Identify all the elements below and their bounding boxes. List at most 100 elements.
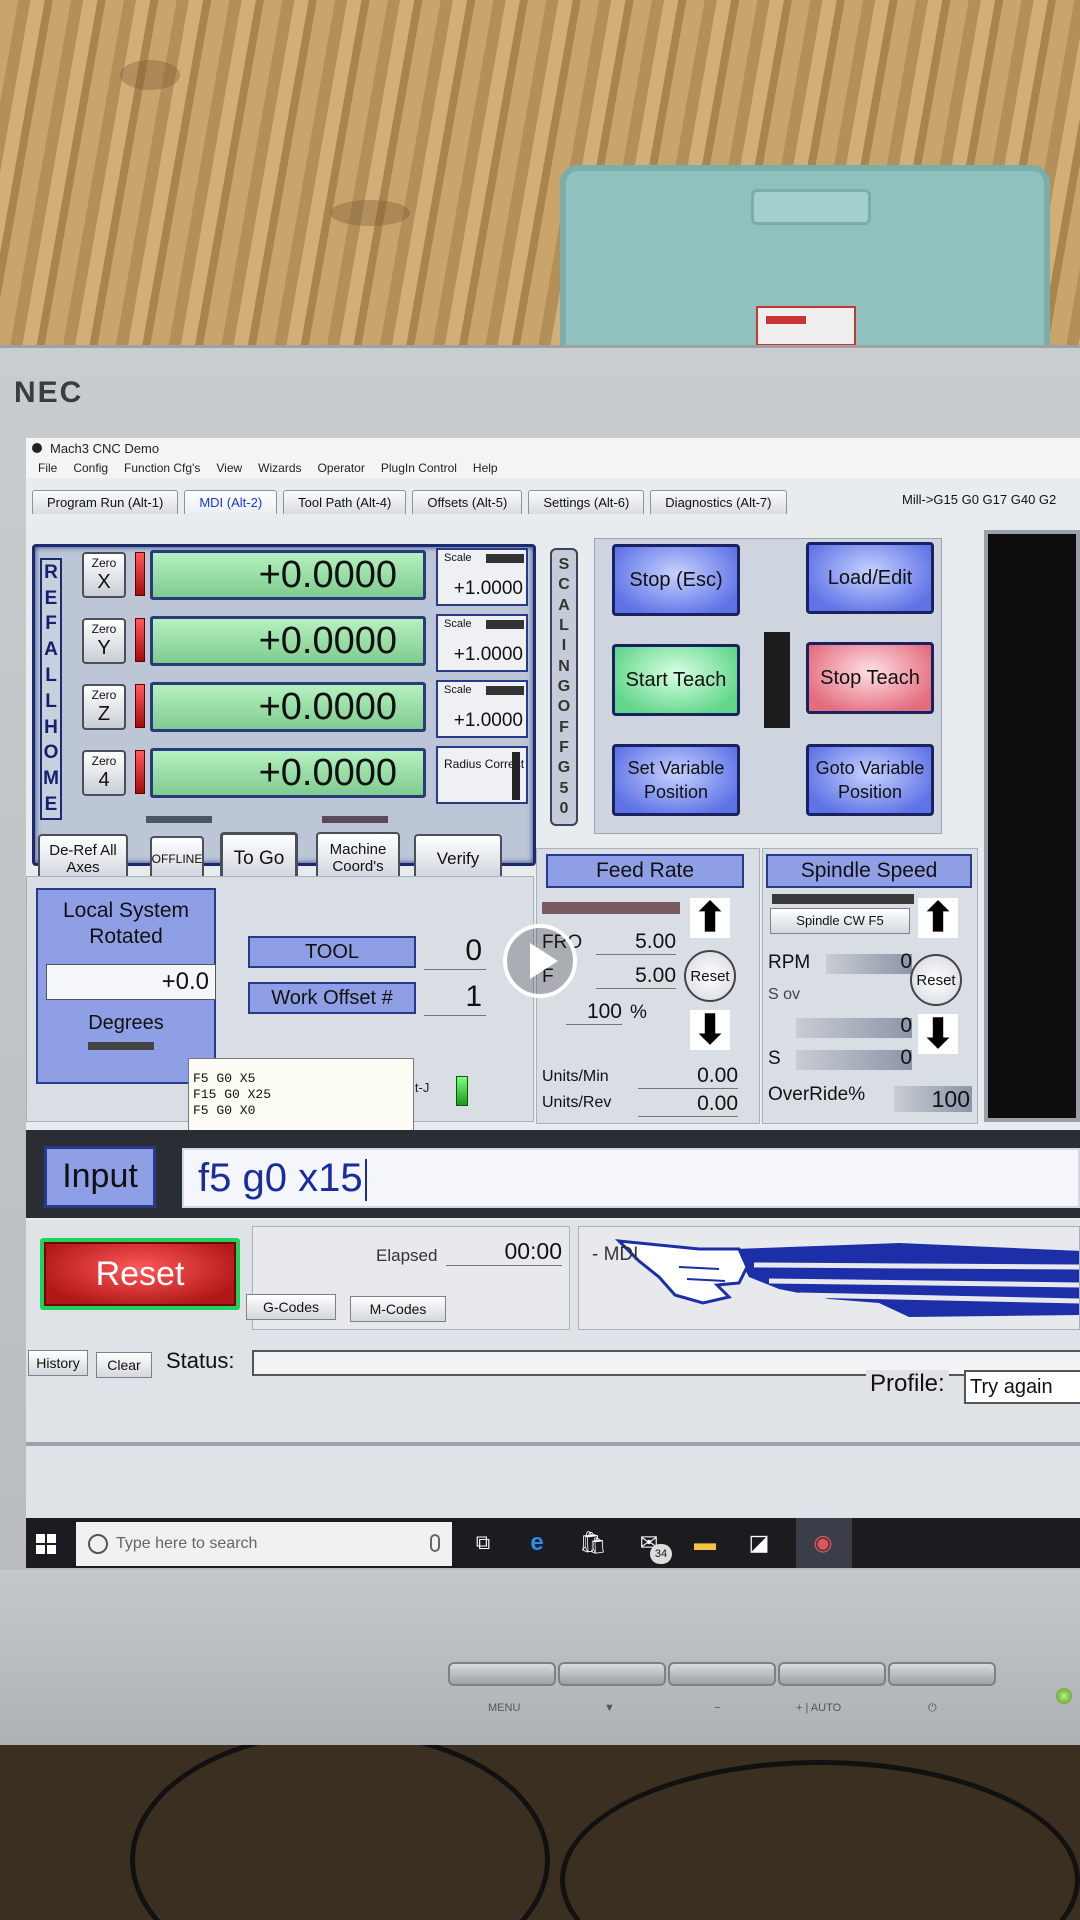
zero-y-button[interactable]: Zero Y bbox=[82, 618, 126, 664]
rpm-label: RPM bbox=[768, 952, 811, 973]
scaling-letter: I bbox=[561, 637, 567, 655]
spindle-cw-button[interactable]: Spindle CW F5 bbox=[770, 908, 910, 934]
menu-function-cfgs[interactable]: Function Cfg's bbox=[124, 461, 200, 475]
set-variable-position-button[interactable]: Set Variable Position bbox=[612, 744, 740, 816]
dro-y[interactable]: +0.0000 bbox=[150, 616, 426, 666]
history-item[interactable]: F5 G0 X0 bbox=[193, 1103, 413, 1119]
gcodes-button[interactable]: G-Codes bbox=[246, 1294, 336, 1320]
tool-value[interactable]: 0 bbox=[424, 932, 486, 970]
monitor-minus-button[interactable] bbox=[668, 1662, 776, 1686]
menu-help[interactable]: Help bbox=[473, 461, 498, 475]
s-value[interactable]: 0 bbox=[796, 1046, 912, 1070]
axis-letter: Z bbox=[97, 703, 111, 725]
spindle-reset-button[interactable]: Reset bbox=[910, 954, 962, 1006]
microphone-icon[interactable] bbox=[430, 1534, 440, 1552]
a-ref-led bbox=[135, 750, 145, 794]
ref-all-home-button[interactable]: R E F A L L H O M E bbox=[40, 558, 62, 820]
fro-value[interactable]: 5.00 bbox=[596, 930, 676, 955]
clear-button[interactable]: Clear bbox=[96, 1352, 152, 1378]
history-item[interactable]: F15 G0 X25 bbox=[193, 1087, 413, 1103]
menu-operator[interactable]: Operator bbox=[318, 461, 365, 475]
f-value[interactable]: 5.00 bbox=[596, 964, 676, 989]
dro-4[interactable]: +0.0000 bbox=[150, 748, 426, 798]
sov-value[interactable]: 0 bbox=[796, 1014, 912, 1038]
wood-knot bbox=[330, 200, 410, 226]
reset-button[interactable]: Reset bbox=[40, 1238, 240, 1310]
rotation-value[interactable]: +0.0 bbox=[46, 964, 216, 1000]
input-button[interactable]: Input bbox=[44, 1146, 156, 1208]
power-led bbox=[1056, 1688, 1072, 1704]
feed-reset-button[interactable]: Reset bbox=[684, 950, 736, 1002]
feed-up-button[interactable]: ⬆ bbox=[690, 898, 730, 938]
spindle-down-button[interactable]: ⬇ bbox=[918, 1014, 958, 1054]
tab-offsets[interactable]: Offsets (Alt-5) bbox=[412, 490, 523, 514]
radius-correct-button[interactable]: Radius Correct bbox=[436, 746, 528, 804]
sticky-note-icon[interactable]: ◪ bbox=[744, 1528, 774, 1558]
mdi-input-field[interactable]: f5 g0 x15 bbox=[182, 1148, 1080, 1208]
work-offset-label: Work Offset # bbox=[248, 982, 416, 1014]
ref-letter: O bbox=[43, 742, 59, 764]
menu-view[interactable]: View bbox=[216, 461, 242, 475]
tool-label: TOOL bbox=[248, 936, 416, 968]
menu-plugin-control[interactable]: PlugIn Control bbox=[381, 461, 457, 475]
status-label: Status: bbox=[166, 1348, 235, 1373]
video-play-icon[interactable] bbox=[503, 924, 577, 998]
task-view-icon[interactable]: ⧉ bbox=[468, 1528, 498, 1558]
edge-browser-icon[interactable]: e bbox=[522, 1528, 552, 1558]
tab-program-run[interactable]: Program Run (Alt-1) bbox=[32, 490, 179, 514]
monitor-plus-button[interactable] bbox=[778, 1662, 886, 1686]
menu-wizards[interactable]: Wizards bbox=[258, 461, 301, 475]
tab-mdi[interactable]: MDI (Alt-2) bbox=[184, 490, 278, 514]
taskbar-search-box[interactable]: Type here to search bbox=[76, 1522, 452, 1566]
work-offset-value[interactable]: 1 bbox=[424, 978, 486, 1016]
feed-percent-value[interactable]: 100 bbox=[566, 1000, 622, 1025]
scale-value[interactable]: +1.0000 bbox=[454, 644, 523, 666]
reset-button-label: Reset bbox=[44, 1242, 236, 1306]
scale-value[interactable]: +1.0000 bbox=[454, 578, 523, 600]
scaling-letter: F bbox=[559, 738, 569, 756]
windows-start-icon[interactable] bbox=[36, 1534, 56, 1554]
scale-label: Scale bbox=[444, 618, 472, 630]
dro-z[interactable]: +0.0000 bbox=[150, 682, 426, 732]
mdi-mode-label: - MDI bbox=[592, 1244, 639, 1265]
tab-settings[interactable]: Settings (Alt-6) bbox=[528, 490, 645, 514]
tab-tool-path[interactable]: Tool Path (Alt-4) bbox=[283, 490, 407, 514]
elapsed-value: 00:00 bbox=[446, 1238, 562, 1266]
history-item[interactable]: F5 G0 X5 bbox=[193, 1071, 413, 1087]
scaling-letter: N bbox=[558, 657, 570, 675]
goto-variable-position-button[interactable]: Goto Variable Position bbox=[806, 744, 934, 816]
zero-label: Zero bbox=[91, 556, 117, 570]
spindle-up-button[interactable]: ⬆ bbox=[918, 898, 958, 938]
mach3-app-icon[interactable]: ◉ bbox=[808, 1528, 838, 1558]
stop-teach-button[interactable]: Stop Teach bbox=[806, 642, 934, 714]
dro-x[interactable]: +0.0000 bbox=[150, 550, 426, 600]
menu-config[interactable]: Config bbox=[73, 461, 108, 475]
monitor-control-strip bbox=[448, 1662, 996, 1690]
store-icon[interactable]: 🛍 bbox=[578, 1528, 608, 1558]
monitor-down-button[interactable] bbox=[558, 1662, 666, 1686]
tab-diagnostics[interactable]: Diagnostics (Alt-7) bbox=[650, 490, 787, 514]
stop-esc-button[interactable]: Stop (Esc) bbox=[612, 544, 740, 616]
units-min-value[interactable]: 0.00 bbox=[638, 1064, 738, 1089]
history-button[interactable]: History bbox=[28, 1350, 88, 1376]
file-explorer-icon[interactable]: ▬ bbox=[690, 1528, 720, 1558]
monitor-menu-button[interactable] bbox=[448, 1662, 556, 1686]
zero-x-button[interactable]: Zero X bbox=[82, 552, 126, 598]
feed-down-button[interactable]: ⬇ bbox=[690, 1010, 730, 1050]
verify-button[interactable]: Verify bbox=[414, 834, 502, 882]
scale-value[interactable]: +1.0000 bbox=[454, 710, 523, 732]
ref-letter: M bbox=[43, 768, 59, 790]
load-edit-button[interactable]: Load/Edit bbox=[806, 542, 934, 614]
zero-z-button[interactable]: Zero Z bbox=[82, 684, 126, 730]
start-teach-button[interactable]: Start Teach bbox=[612, 644, 740, 716]
scale-y: Scale +1.0000 bbox=[436, 614, 528, 672]
zero-4-button[interactable]: Zero 4 bbox=[82, 750, 126, 796]
units-rev-value[interactable]: 0.00 bbox=[638, 1092, 738, 1117]
windows-taskbar: Type here to search ⧉ e 🛍 ✉ 34 ▬ ◪ ◉ bbox=[26, 1518, 1080, 1568]
rpm-value[interactable]: 0 bbox=[826, 950, 912, 974]
monitor-power-button[interactable] bbox=[888, 1662, 996, 1686]
override-value[interactable]: 100 bbox=[894, 1086, 970, 1113]
menu-file[interactable]: File bbox=[38, 461, 57, 475]
alt-j-label: lt-J bbox=[412, 1080, 430, 1095]
mcodes-button[interactable]: M-Codes bbox=[350, 1296, 446, 1322]
